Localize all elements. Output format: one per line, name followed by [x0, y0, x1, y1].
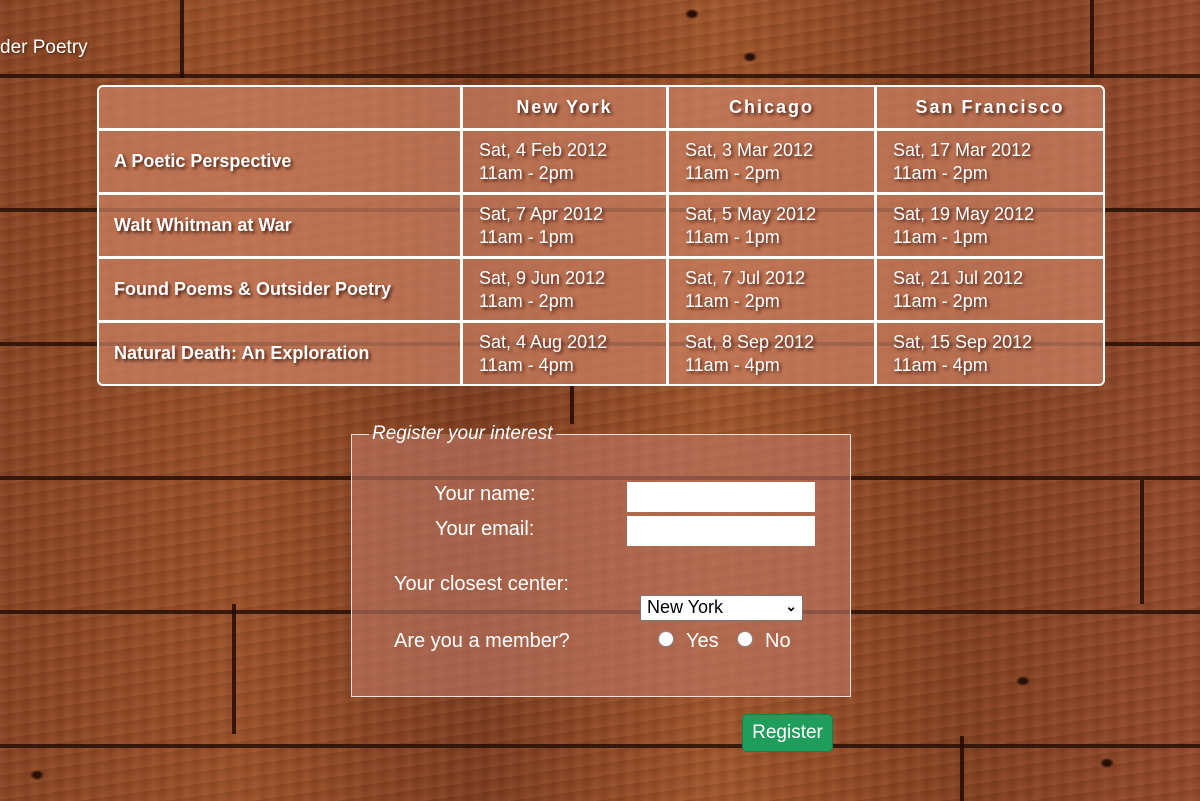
wood-plank-joint: [180, 0, 184, 78]
slot-time: 11am - 1pm: [893, 226, 988, 247]
slot-date: Sat, 3 Mar 2012: [685, 139, 814, 160]
slot-date: Sat, 21 Jul 2012: [893, 267, 1024, 288]
slot-time: 11am - 1pm: [685, 226, 780, 247]
table-row: Walt Whitman at War Sat, 7 Apr 2012 11am …: [99, 192, 1103, 260]
member-no-radio[interactable]: [737, 631, 753, 647]
slot-cell: Sat, 19 May 2012 11am - 1pm: [874, 192, 1103, 260]
slot-date: Sat, 9 Jun 2012: [479, 267, 606, 288]
slot-time: 11am - 1pm: [479, 226, 574, 247]
email-label: Your email:: [435, 518, 535, 540]
slot-time: 11am - 4pm: [893, 354, 988, 375]
form-legend: Register your interest: [372, 423, 553, 444]
slot-date: Sat, 5 May 2012: [685, 203, 817, 224]
schedule-table: New York Chicago San Francisco A Poetic …: [97, 85, 1105, 386]
event-name: Found Poems & Outsider Poetry: [99, 256, 463, 324]
slot-time: 11am - 2pm: [685, 162, 780, 183]
name-input[interactable]: [627, 482, 815, 512]
slot-cell: Sat, 5 May 2012 11am - 1pm: [666, 192, 877, 260]
schedule-grid: New York Chicago San Francisco A Poetic …: [99, 87, 1103, 384]
slot-cell: Sat, 17 Mar 2012 11am - 2pm: [874, 127, 1103, 196]
slot-cell: Sat, 21 Jul 2012 11am - 2pm: [874, 256, 1103, 324]
wood-plank-joint: [232, 604, 236, 734]
name-label: Your name:: [434, 483, 536, 505]
register-button[interactable]: Register: [742, 714, 833, 752]
slot-cell: Sat, 8 Sep 2012 11am - 4pm: [666, 320, 877, 384]
wood-knot: [1016, 676, 1030, 686]
event-name: Walt Whitman at War: [99, 192, 463, 260]
page-background: { "page": { "title": "der Poetry" }, "sc…: [0, 0, 1200, 801]
center-label: Your closest center:: [394, 573, 569, 595]
slot-date: Sat, 7 Jul 2012: [685, 267, 806, 288]
slot-time: 11am - 4pm: [479, 354, 574, 375]
slot-time: 11am - 2pm: [479, 162, 574, 183]
slot-time: 11am - 2pm: [893, 290, 988, 311]
event-name: A Poetic Perspective: [99, 127, 463, 196]
member-label: Are you a member?: [394, 630, 570, 652]
slot-date: Sat, 4 Aug 2012: [479, 331, 608, 352]
wood-knot: [30, 770, 44, 780]
slot-date: Sat, 19 May 2012: [893, 203, 1035, 224]
center-select-value: New York: [647, 597, 724, 617]
slot-date: Sat, 15 Sep 2012: [893, 331, 1033, 352]
slot-time: 11am - 2pm: [685, 290, 780, 311]
table-row: A Poetic Perspective Sat, 4 Feb 2012 11am…: [99, 127, 1103, 196]
email-input[interactable]: [627, 516, 815, 546]
slot-cell: Sat, 3 Mar 2012 11am - 2pm: [666, 127, 877, 196]
wood-knot: [1100, 758, 1114, 768]
slot-time: 11am - 2pm: [893, 162, 988, 183]
member-yes-radio[interactable]: [658, 631, 674, 647]
event-name: Natural Death: An Exploration: [99, 320, 463, 384]
slot-time: 11am - 4pm: [685, 354, 780, 375]
header-cell-empty: [99, 87, 463, 131]
slot-date: Sat, 7 Apr 2012: [479, 203, 604, 224]
slot-cell: Sat, 7 Jul 2012 11am - 2pm: [666, 256, 877, 324]
slot-date: Sat, 17 Mar 2012: [893, 139, 1032, 160]
schedule-header-row: New York Chicago San Francisco: [99, 87, 1103, 131]
header-chicago: Chicago: [666, 87, 877, 131]
slot-cell: Sat, 15 Sep 2012 11am - 4pm: [874, 320, 1103, 384]
wood-plank-joint: [1090, 0, 1094, 78]
wood-knot: [685, 9, 699, 19]
slot-cell: Sat, 4 Aug 2012 11am - 4pm: [460, 320, 669, 384]
wood-plank-joint: [960, 736, 964, 801]
slot-date: Sat, 8 Sep 2012: [685, 331, 815, 352]
member-yes-label: Yes: [686, 630, 719, 652]
wood-plank-joint: [1140, 480, 1144, 604]
slot-time: 11am - 2pm: [479, 290, 574, 311]
header-san-francisco: San Francisco: [874, 87, 1103, 131]
wood-knot: [743, 52, 757, 62]
chevron-down-icon: ⌄: [785, 598, 797, 614]
member-no-label: No: [765, 630, 791, 652]
table-row: Natural Death: An Exploration Sat, 4 Aug…: [99, 320, 1103, 384]
register-form: Register your interest Your name: Your e…: [351, 423, 851, 697]
slot-date: Sat, 4 Feb 2012: [479, 139, 608, 160]
center-select[interactable]: New York ⌄: [640, 595, 803, 621]
header-new-york: New York: [460, 87, 669, 131]
slot-cell: Sat, 7 Apr 2012 11am - 1pm: [460, 192, 669, 260]
wood-plank-joint: [570, 386, 574, 424]
page-title: der Poetry: [0, 37, 88, 58]
slot-cell: Sat, 4 Feb 2012 11am - 2pm: [460, 127, 669, 196]
table-row: Found Poems & Outsider Poetry Sat, 9 Jun…: [99, 256, 1103, 324]
slot-cell: Sat, 9 Jun 2012 11am - 2pm: [460, 256, 669, 324]
